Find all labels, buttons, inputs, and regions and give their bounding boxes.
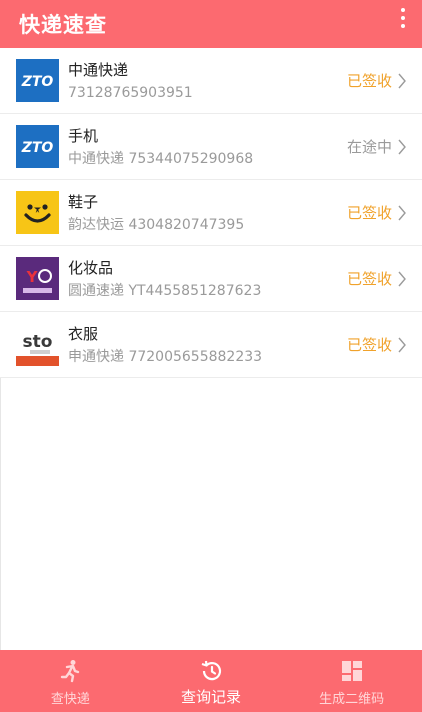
status-badge: 已签收 [346, 72, 392, 90]
item-tracking: 韵达快运 4304820747395 [68, 217, 245, 233]
record-list: ZTO 中通快递 73128765903951 已签收 ZTO 手机 中通快递 … [0, 48, 422, 378]
svg-text:sto: sto [23, 332, 53, 352]
item-tracking: 73128765903951 [68, 85, 193, 101]
item-tracking: 圆通速递 YT4455851287623 [68, 283, 262, 299]
zto-logo-icon: ZTO [16, 59, 59, 102]
status-badge: 已签收 [346, 270, 392, 288]
list-item[interactable]: ZTO 中通快递 73128765903951 已签收 [0, 48, 422, 114]
zto-logo-icon: ZTO [16, 125, 59, 168]
chevron-right-icon [398, 271, 406, 287]
tab-history[interactable]: 查询记录 [141, 650, 282, 712]
history-icon [201, 660, 222, 681]
item-title: 衣服 [68, 325, 99, 343]
list-item[interactable]: Y 化妆品 圆通速递 YT4455851287623 已签收 [0, 246, 422, 312]
list-item[interactable]: 鞋子 韵达快运 4304820747395 已签收 [0, 180, 422, 246]
divider [0, 378, 1, 650]
tab-query-express[interactable]: 查快递 [0, 650, 141, 712]
sto-logo-icon: sto [16, 323, 59, 366]
qr-grid-icon [341, 661, 362, 681]
item-tracking: 中通快递 75344075290968 [68, 151, 254, 167]
status-badge: 已签收 [346, 204, 392, 222]
chevron-right-icon [398, 205, 406, 221]
item-title: 手机 [68, 127, 99, 145]
status-badge: 已签收 [346, 336, 392, 354]
svg-text:ZTO: ZTO [21, 140, 54, 156]
item-tracking: 申通快递 772005655882233 [68, 349, 263, 365]
tab-label: 查询记录 [181, 688, 242, 706]
list-item[interactable]: sto 衣服 申通快递 772005655882233 已签收 [0, 312, 422, 378]
item-title: 化妆品 [68, 259, 114, 277]
list-item[interactable]: ZTO 手机 中通快递 75344075290968 在途中 [0, 114, 422, 180]
runner-icon [61, 660, 80, 683]
yto-logo-icon: Y [16, 257, 59, 300]
svg-text:ZTO: ZTO [21, 74, 54, 90]
svg-text:Y: Y [26, 268, 39, 286]
status-badge: 在途中 [346, 138, 392, 156]
tab-generate-qr[interactable]: 生成二维码 [281, 650, 422, 712]
yunda-logo-icon [16, 191, 59, 234]
app-bar: 快递速查 [0, 0, 422, 48]
tab-label: 查快递 [50, 692, 90, 707]
more-menu-icon[interactable] [398, 8, 408, 28]
chevron-right-icon [398, 337, 406, 353]
page-title: 快递速查 [19, 13, 107, 37]
tab-label: 生成二维码 [319, 692, 385, 707]
bottom-nav: 查快递 查询记录 生成二维码 [0, 650, 422, 712]
chevron-right-icon [398, 73, 406, 89]
item-title: 鞋子 [68, 193, 99, 211]
item-title: 中通快递 [68, 61, 129, 79]
chevron-right-icon [398, 139, 406, 155]
